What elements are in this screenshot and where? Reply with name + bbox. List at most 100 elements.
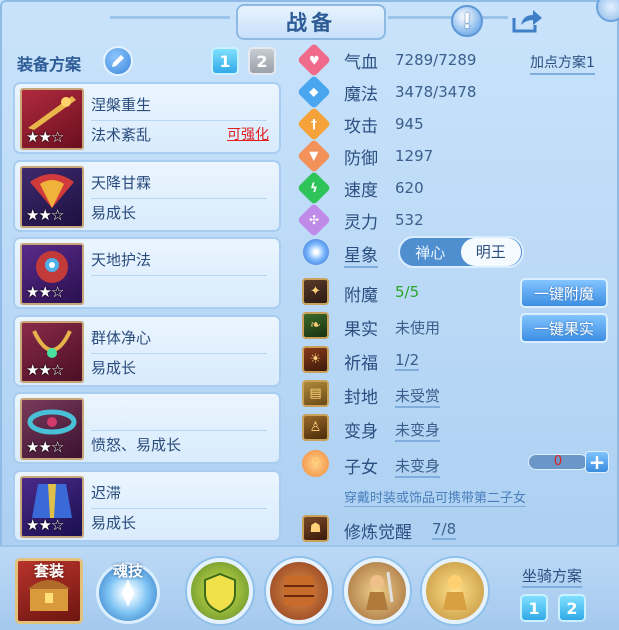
- stat-value: 532: [395, 211, 424, 229]
- star-sign-option-mingwang[interactable]: 明王: [460, 238, 521, 266]
- suit-label: 套装: [33, 562, 64, 580]
- child-hint[interactable]: 穿戴时装或饰品可携带第二子女: [344, 487, 527, 507]
- equipment-effect: 法术紊乱: [91, 126, 152, 144]
- feature-value: 未使用: [395, 319, 441, 337]
- equipment-name: 群体净心: [91, 328, 152, 347]
- stat-label: 气血: [344, 52, 378, 73]
- star-sign-icon: [303, 239, 329, 265]
- divider: [91, 120, 267, 121]
- feature-value[interactable]: 1/2: [395, 351, 420, 371]
- star-sign-label[interactable]: 星象: [344, 241, 378, 268]
- divider: [91, 430, 267, 431]
- stat-label: 魔法: [344, 84, 378, 105]
- enchant-icon: ✦: [302, 278, 329, 305]
- feature-value: 5/5: [395, 283, 420, 301]
- feature-label: 附魔: [344, 286, 378, 306]
- edit-scheme-button[interactable]: [103, 46, 133, 76]
- stat-value: 3478/3478: [395, 83, 477, 101]
- equipment-name: 迟滞: [91, 483, 122, 502]
- heart-icon: ♥: [297, 43, 331, 77]
- exclamation-icon: !: [462, 9, 472, 33]
- feature-label: 封地: [344, 388, 378, 408]
- stat-row-mp: ◆ 魔法 3478/3478: [297, 75, 476, 109]
- one-key-enchant-button[interactable]: 一键附魔: [520, 278, 608, 308]
- stat-row-spirit: ✣ 灵力 532: [297, 203, 424, 237]
- one-key-fruit-button[interactable]: 一键果实: [520, 313, 608, 343]
- equip-scheme-tab-2[interactable]: 2: [248, 47, 276, 75]
- mount-scheme-label[interactable]: 坐骑方案: [522, 565, 583, 588]
- pet-slot-1[interactable]: [187, 558, 253, 624]
- stat-label: 灵力: [344, 212, 378, 233]
- feature-value[interactable]: 未受赏: [395, 385, 441, 408]
- equipment-effect: 易成长: [91, 513, 137, 532]
- pet-slot-3[interactable]: [344, 558, 410, 624]
- feature-label: 子女: [344, 458, 378, 478]
- share-button[interactable]: [510, 6, 544, 36]
- pencil-icon: [112, 55, 124, 67]
- equipment-card[interactable]: ★★☆ 群体净心 易成长: [13, 314, 281, 387]
- robe-icon: ★★☆: [20, 475, 84, 538]
- fruit-icon: ❧: [302, 312, 329, 339]
- divider: [91, 275, 267, 276]
- transform-icon: ♙: [302, 414, 329, 441]
- divider: [91, 197, 267, 199]
- equip-scheme-tab-1[interactable]: 1: [211, 47, 239, 75]
- divider: [91, 507, 267, 509]
- blessing-icon: ☀: [302, 346, 329, 373]
- necklace-icon: ★★☆: [20, 320, 84, 383]
- stat-value: 620: [395, 179, 424, 197]
- feature-label: 果实: [344, 320, 378, 340]
- child-count-bar: 0: [528, 454, 588, 470]
- upgrade-link[interactable]: 可强化: [227, 124, 269, 144]
- pet-slot-4[interactable]: [422, 558, 488, 624]
- add-point-scheme-link[interactable]: 加点方案1: [530, 52, 595, 75]
- equipment-effect: 愤怒、易成长: [91, 436, 182, 454]
- star-sign-option-chanxin[interactable]: 禅心: [400, 242, 461, 263]
- equip-scheme-label: 装备方案: [17, 55, 82, 74]
- fan-icon: ★★☆: [20, 165, 84, 228]
- stat-row-attack: † 攻击 945: [297, 107, 424, 141]
- gold-blade-icon: ★★☆: [20, 88, 84, 150]
- mount-scheme-tab-2[interactable]: 2: [558, 594, 586, 622]
- star-sign-toggle[interactable]: 禅心 明王: [398, 236, 524, 268]
- stat-row-hp: ♥ 气血 7289/7289: [297, 43, 476, 77]
- title-ornament-right: [388, 16, 508, 19]
- feature-value[interactable]: 7/8: [432, 520, 457, 540]
- feature-label: 修炼觉醒: [344, 523, 412, 543]
- stat-value: 7289/7289: [395, 51, 477, 69]
- equipment-effect: 易成长: [91, 203, 137, 222]
- spirit-icon: ✣: [297, 203, 331, 237]
- feature-label: 祈福: [344, 354, 378, 374]
- equipment-name: 涅槃重生: [91, 96, 152, 114]
- golden-figure-icon: [443, 575, 467, 610]
- equipment-card[interactable]: ★★☆ 天降甘霖 易成长: [13, 159, 281, 232]
- equipment-card[interactable]: ★★☆ 愤怒、易成长: [13, 392, 281, 464]
- mask-icon: ★★☆: [20, 243, 84, 305]
- stat-value: 1297: [395, 147, 434, 165]
- feature-value[interactable]: 未变身: [395, 419, 441, 442]
- child-icon: ⚲: [302, 450, 329, 477]
- belt-icon: ★★☆: [20, 398, 84, 460]
- equipment-list: ★★☆ 涅槃重生 法术紊乱 可强化 ★★☆ 天降甘霖 易成长 ★★☆ 天地护法 …: [13, 82, 281, 547]
- pet-slot-2[interactable]: [266, 558, 332, 624]
- stat-value: 945: [395, 115, 424, 133]
- page-title: 战备: [236, 4, 386, 40]
- equipment-card[interactable]: ★★☆ 涅槃重生 法术紊乱 可强化: [13, 82, 281, 154]
- equipment-card[interactable]: ★★☆ 迟滞 易成长: [13, 469, 281, 542]
- sword-icon: †: [297, 107, 331, 141]
- equipment-name: 天降甘霖: [91, 173, 152, 192]
- equipment-effect: 易成长: [91, 358, 137, 377]
- equipment-name: 天地护法: [91, 251, 152, 269]
- stat-label: 攻击: [344, 116, 378, 137]
- feature-value[interactable]: 未变身: [395, 455, 441, 478]
- help-button[interactable]: !: [451, 5, 483, 37]
- shield-icon: ▼: [297, 139, 331, 173]
- title-ornament-left: [110, 16, 230, 19]
- mount-scheme-tab-1[interactable]: 1: [520, 594, 548, 622]
- add-child-button[interactable]: +: [585, 451, 609, 473]
- warrior-icon: [366, 571, 394, 610]
- equipment-card[interactable]: ★★☆ 天地护法: [13, 237, 281, 309]
- shield-emblem-icon: [204, 572, 236, 614]
- stat-label: 速度: [344, 180, 378, 201]
- stat-row-defense: ▼ 防御 1297: [297, 139, 433, 173]
